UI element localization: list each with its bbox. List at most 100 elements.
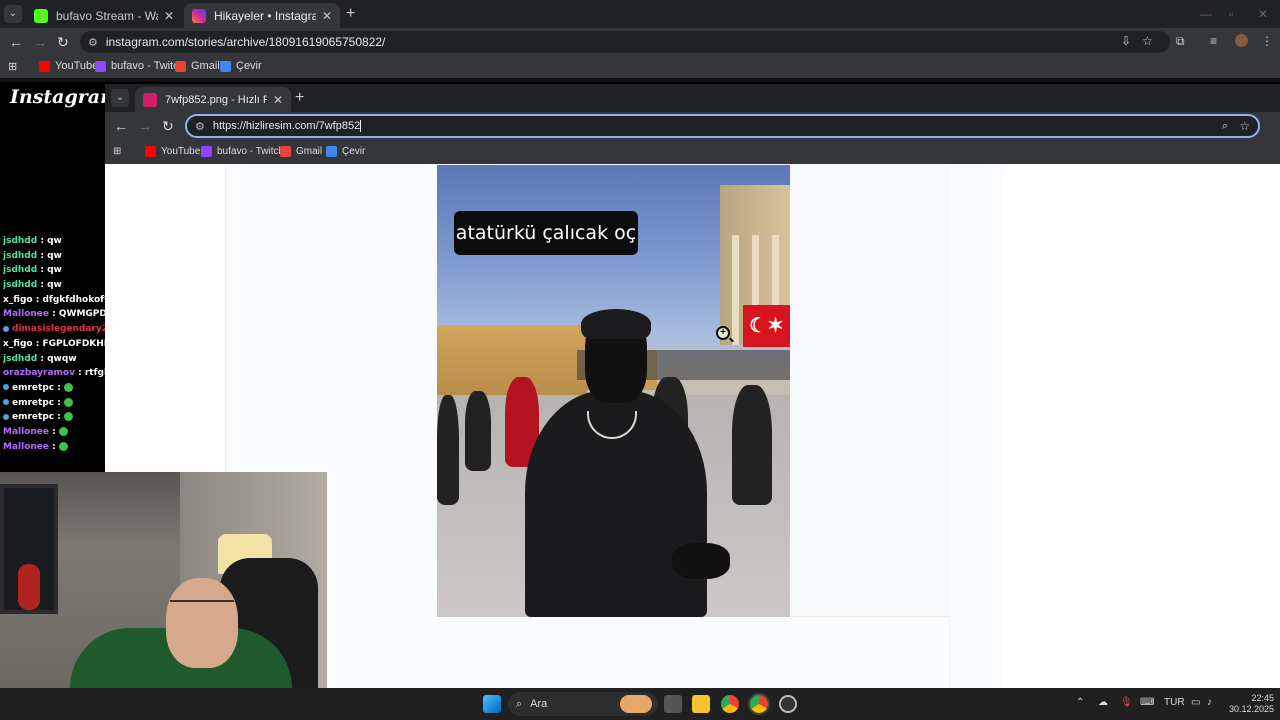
tab-hizliresim[interactable]: 7wfp852.png - Hızlı Resim ✕ <box>135 87 291 112</box>
keyboard-icon[interactable]: ⌨ <box>1140 697 1154 708</box>
install-app-icon[interactable]: ⇩ <box>1121 34 1131 48</box>
bookmark-star-icon[interactable]: ☆ <box>1239 119 1250 133</box>
chat-separator: : <box>54 412 64 423</box>
apps-icon[interactable]: ⊞ <box>8 60 17 73</box>
address-bar[interactable]: ⚙ https://hizliresim.com/7wfp852 ⌕ ☆ <box>185 114 1260 138</box>
task-view-icon[interactable] <box>664 695 682 713</box>
network-icon[interactable]: ▭ <box>1191 697 1200 708</box>
zoom-lens-icon[interactable]: ⌕ <box>1222 120 1228 133</box>
instagram-icon <box>192 8 206 23</box>
bookmark-youtube[interactable]: YouTube <box>39 60 98 72</box>
language-indicator[interactable]: TUR <box>1164 697 1185 708</box>
show-hidden-icons[interactable]: ⌃ <box>1076 697 1084 708</box>
bookmark-gmail[interactable]: Gmail <box>175 60 220 72</box>
chat-username[interactable]: emretpc <box>12 383 54 393</box>
instagram-logo[interactable]: Instagram <box>10 86 120 108</box>
forward-icon[interactable]: → <box>138 117 152 135</box>
uploaded-image[interactable]: ☾✶ atatürkü çalıcak oç <box>437 165 790 617</box>
back-icon[interactable]: ← <box>114 117 128 135</box>
site-info-icon[interactable]: ⚙ <box>195 120 205 133</box>
extensions-icon[interactable]: ⧉ <box>1176 34 1185 49</box>
start-icon[interactable] <box>483 695 501 713</box>
chat-username[interactable]: dimasislegendary2 <box>12 324 108 334</box>
gloved-hand <box>672 543 730 579</box>
profile-avatar[interactable] <box>1235 34 1248 47</box>
volume-icon[interactable]: ♪ <box>1207 697 1212 708</box>
windows-taskbar: ⌕ Ara ⌃ ☁ 🎙 ⌨ TUR ▭ ♪ 22:45 30.12.2025 <box>0 688 1280 720</box>
twitch-icon <box>95 60 106 72</box>
chat-username[interactable]: jsdhdd <box>3 236 37 246</box>
search-icon: ⌕ <box>516 697 523 710</box>
bookmark-twitch[interactable]: bufavo - Twitch <box>201 146 284 157</box>
reload-icon[interactable]: ↻ <box>57 33 69 51</box>
chat-text: qwqw <box>47 353 77 364</box>
outer-bookmarks-bar: ⊞ YouTube bufavo - Twitch Gmail Çevir <box>0 56 1280 78</box>
chrome-icon-active[interactable] <box>748 693 770 715</box>
reading-list-icon[interactable]: ≡ <box>1210 34 1217 48</box>
close-window-icon[interactable]: ✕ <box>1258 7 1268 21</box>
tab-search-button[interactable]: ⌄ <box>111 89 129 107</box>
chat-username[interactable]: Mallonee <box>3 427 49 437</box>
maximize-icon[interactable]: ▫ <box>1229 7 1233 21</box>
chat-text: qw <box>47 236 62 246</box>
close-icon[interactable]: ✕ <box>164 9 174 23</box>
chat-username[interactable]: Mallonee <box>3 309 49 319</box>
bookmark-label: Gmail <box>296 146 323 157</box>
bookmark-gmail[interactable]: Gmail <box>280 146 322 157</box>
bookmark-star-icon[interactable]: ☆ <box>1142 34 1153 48</box>
minimize-icon[interactable]: — <box>1200 7 1212 21</box>
tab-title: Hikayeler • Instagram <box>214 8 316 23</box>
chat-username[interactable]: jsdhdd <box>3 251 37 261</box>
menu-icon[interactable]: ⋮ <box>1261 34 1273 48</box>
reload-icon[interactable]: ↻ <box>162 117 174 135</box>
zoom-in-icon[interactable]: + <box>716 326 730 340</box>
tab-search-button[interactable]: ⌄ <box>4 5 22 23</box>
bookmark-label: Çevir <box>236 60 262 72</box>
streamer-face <box>166 578 238 668</box>
apps-icon[interactable]: ⊞ <box>113 146 121 157</box>
outer-toolbar: ← → ↻ ⚙ instagram.com/stories/archive/18… <box>0 28 1280 56</box>
chrome-icon[interactable] <box>721 695 739 713</box>
chat-username[interactable]: x_figo <box>3 339 33 349</box>
bookmark-cevir[interactable]: Çevir <box>220 60 262 72</box>
tab-kick-stream[interactable]: bufavo Stream - Watch Live on ✕ <box>26 3 182 28</box>
chat-separator: : <box>54 397 64 408</box>
chat-badge-icon <box>3 384 9 391</box>
tab-instagram[interactable]: Hikayeler • Instagram ✕ <box>184 3 340 28</box>
chat-username[interactable]: orazbayramov <box>3 368 75 378</box>
text-caret <box>360 120 362 132</box>
taskbar-clock[interactable]: 22:45 30.12.2025 <box>1222 693 1274 715</box>
forward-icon[interactable]: → <box>33 33 47 51</box>
chat-username[interactable]: emretpc <box>12 412 54 422</box>
bookmark-youtube[interactable]: YouTube <box>145 146 200 157</box>
close-icon[interactable]: ✕ <box>273 93 283 107</box>
chat-username[interactable]: jsdhdd <box>3 265 37 275</box>
onedrive-icon[interactable]: ☁ <box>1098 697 1108 708</box>
kick-icon <box>34 8 48 23</box>
new-tab-button[interactable]: + <box>346 5 355 23</box>
bookmark-cevir[interactable]: Çevir <box>326 146 365 157</box>
obs-icon[interactable] <box>779 695 797 713</box>
gmail-icon <box>175 60 186 72</box>
chat-badge-icon <box>3 325 9 332</box>
chat-username[interactable]: emretpc <box>12 398 54 408</box>
chat-emote-icon <box>58 441 68 451</box>
bookmark-twitch[interactable]: bufavo - Twitch <box>95 60 185 72</box>
chat-username[interactable]: Mallonee <box>3 442 49 452</box>
chat-text: qw <box>47 280 62 291</box>
chat-emote-icon <box>58 426 68 436</box>
taskbar-search[interactable]: ⌕ Ara <box>508 692 658 716</box>
chat-username[interactable]: jsdhdd <box>3 280 37 290</box>
new-tab-button[interactable]: + <box>295 89 304 107</box>
chat-separator: : <box>37 250 48 261</box>
address-bar[interactable]: ⚙ instagram.com/stories/archive/18091619… <box>80 31 1170 53</box>
file-explorer-icon[interactable] <box>692 695 710 713</box>
chat-username[interactable]: x_figo <box>3 295 33 305</box>
chat-username[interactable]: jsdhdd <box>3 354 37 364</box>
close-icon[interactable]: ✕ <box>322 9 332 23</box>
clock-date: 30.12.2025 <box>1228 704 1274 714</box>
site-info-icon[interactable]: ⚙ <box>88 36 98 49</box>
bookmark-label: bufavo - Twitch <box>111 60 185 72</box>
microphone-icon[interactable]: 🎙 <box>1120 697 1133 708</box>
back-icon[interactable]: ← <box>9 33 23 51</box>
